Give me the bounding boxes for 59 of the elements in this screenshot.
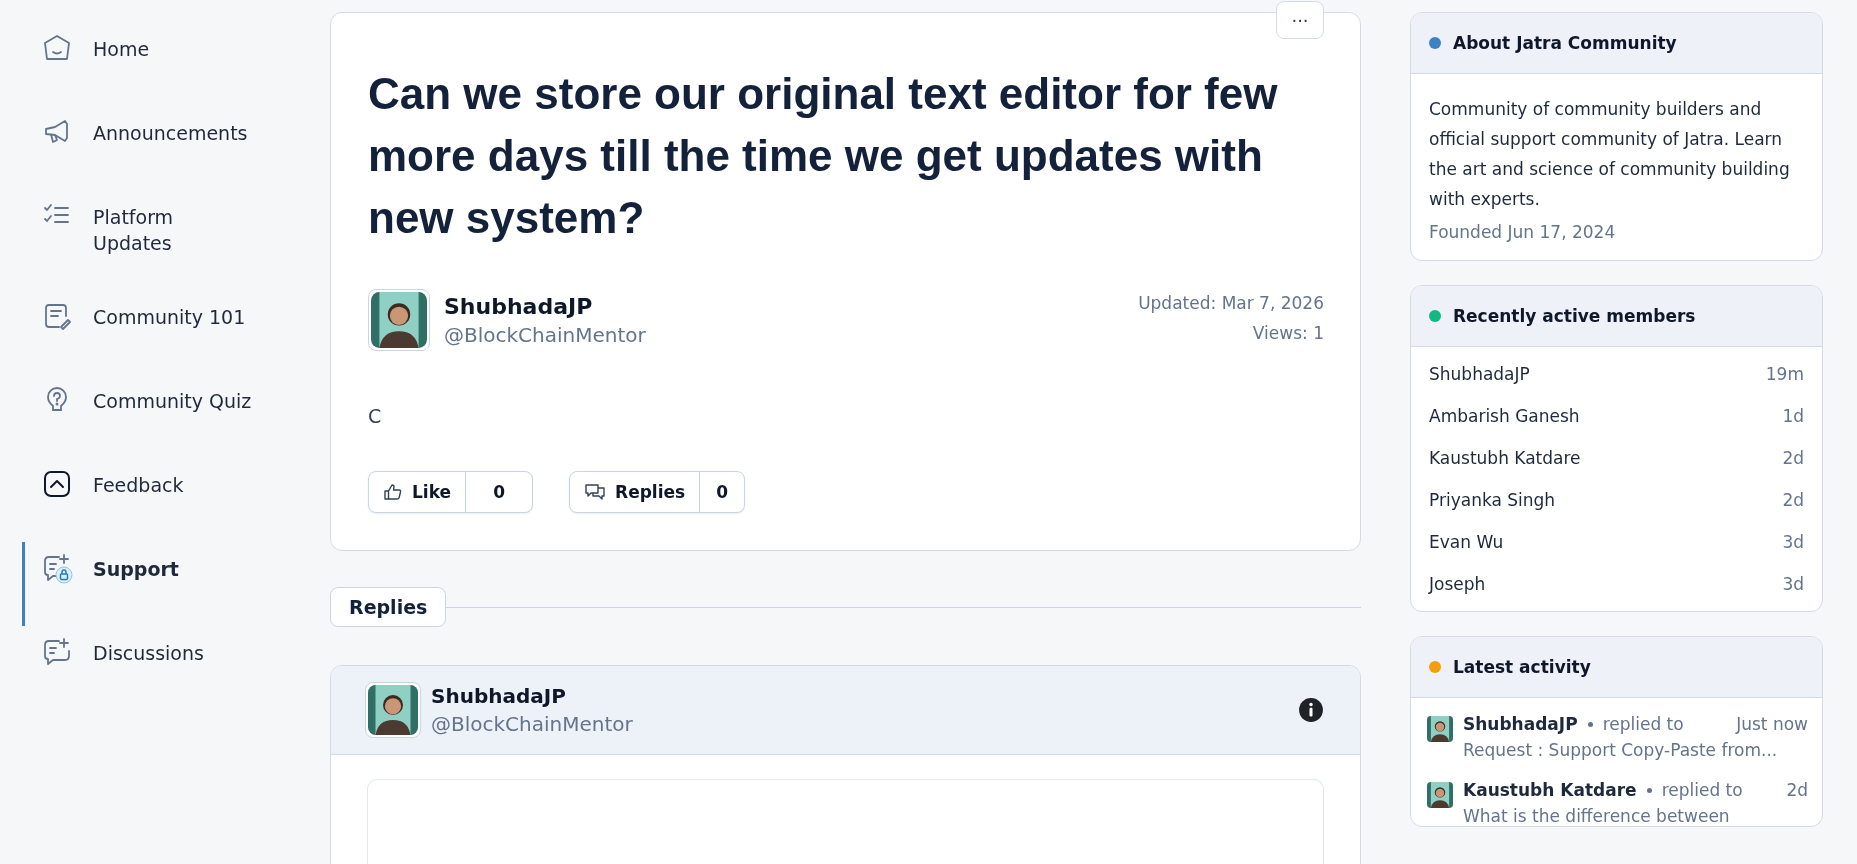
count: 0 bbox=[699, 472, 745, 512]
last-active-time: 2d bbox=[1782, 448, 1804, 468]
author-name: ShubhadaJP bbox=[431, 684, 567, 708]
last-active-time: 19m bbox=[1765, 364, 1804, 384]
panel-title: Latest activity bbox=[1453, 657, 1591, 677]
last-active-time: 2d bbox=[1782, 490, 1804, 510]
replies-button[interactable]: Replies bbox=[570, 472, 700, 512]
activity-time: Just now bbox=[1736, 714, 1808, 734]
member-name[interactable]: Joseph bbox=[1429, 574, 1486, 594]
post-title: Can we store our original text editor for few more days till the time we get updates with new system? bbox=[368, 68, 1279, 244]
separator-dot bbox=[1646, 787, 1652, 793]
activity-user[interactable]: ShubhadaJP bbox=[1463, 714, 1578, 734]
like-button[interactable]: Like bbox=[369, 472, 466, 512]
member-name[interactable]: Evan Wu bbox=[1429, 532, 1504, 552]
sidebar-item[interactable]: Community 101 bbox=[22, 290, 282, 374]
sidebar-item[interactable]: Discussions bbox=[22, 626, 282, 710]
activity-time: 2d bbox=[1786, 780, 1808, 800]
chat-lock-icon bbox=[41, 552, 73, 584]
last-active-time: 3d bbox=[1782, 574, 1804, 594]
avatar bbox=[1427, 782, 1453, 808]
caret-icon bbox=[41, 468, 73, 500]
separator-dot bbox=[1587, 721, 1593, 727]
author-name: ShubhadaJP bbox=[444, 293, 594, 319]
community-description: Community of community builders and official support community of Jatra. Learn the art and science of community building with experts. bbox=[1429, 98, 1791, 211]
post-body: C bbox=[368, 405, 383, 427]
activity-user[interactable]: Kaustubh Katdare bbox=[1463, 780, 1637, 800]
last-active-time: 3d bbox=[1782, 532, 1804, 552]
sidebar-item[interactable]: Community Quiz bbox=[22, 374, 282, 458]
count: 0 bbox=[465, 472, 533, 512]
updated-date: Updated: Mar 7, 2026 bbox=[1138, 293, 1324, 313]
sidebar-item[interactable]: Support bbox=[22, 542, 282, 626]
panel-title: Recently active members bbox=[1453, 306, 1696, 326]
chat-plus-icon bbox=[41, 636, 73, 668]
chat-bubbles-icon bbox=[584, 482, 607, 502]
more-button[interactable]: ··· bbox=[1276, 1, 1324, 39]
view-count: Views: 1 bbox=[1252, 323, 1324, 343]
activity-snippet[interactable]: What is the difference between bbox=[1463, 806, 1808, 826]
sidebar-item[interactable]: Platform Updates bbox=[22, 190, 282, 290]
activity-snippet[interactable]: Request : Support Copy-Paste from... bbox=[1463, 740, 1808, 760]
activity-action: replied to bbox=[1661, 780, 1744, 800]
info-button[interactable] bbox=[1298, 697, 1324, 723]
sidebar-item[interactable]: Announcements bbox=[22, 106, 282, 190]
member-name[interactable]: Priyanka Singh bbox=[1429, 490, 1556, 510]
thumbs-up-icon bbox=[383, 482, 403, 502]
author-handle: @BlockChainMentor bbox=[444, 322, 647, 347]
member-name[interactable]: Ambarish Ganesh bbox=[1429, 406, 1580, 426]
member-name[interactable]: Kaustubh Katdare bbox=[1429, 448, 1581, 468]
panel-title: About Jatra Community bbox=[1453, 33, 1677, 53]
member-name[interactable]: ShubhadaJP bbox=[1429, 364, 1530, 384]
sidebar-item[interactable]: Feedback bbox=[22, 458, 282, 542]
replies-tab[interactable]: Replies bbox=[330, 587, 447, 627]
avatar bbox=[368, 685, 418, 735]
founded-date: Founded Jun 17, 2024 bbox=[1429, 222, 1617, 242]
avatar bbox=[371, 292, 427, 348]
sidebar-item[interactable]: Home bbox=[22, 22, 282, 106]
activity-action: replied to bbox=[1602, 714, 1685, 734]
last-active-time: 1d bbox=[1782, 406, 1804, 426]
author-handle: @BlockChainMentor bbox=[431, 712, 634, 736]
avatar bbox=[1427, 716, 1453, 742]
